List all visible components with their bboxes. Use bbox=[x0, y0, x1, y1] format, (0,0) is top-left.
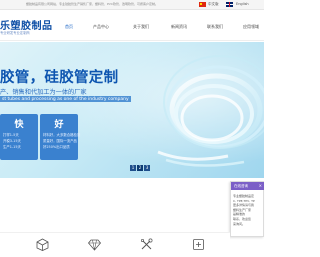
diamond-icon bbox=[88, 239, 101, 251]
card-line: 打样1-5天 bbox=[3, 133, 19, 137]
chat-message: 专业塑胶制品定 C, TPE,TPV, TP 更多详情请与我 塑料生产厂家 是精… bbox=[233, 194, 263, 226]
feature-icons-row bbox=[0, 232, 230, 257]
card-line: 生产1-15天 bbox=[3, 145, 21, 149]
tools-icon bbox=[140, 238, 153, 250]
nav-applications[interactable]: 应用领域 bbox=[243, 24, 259, 30]
chat-title: 在线咨询 bbox=[234, 184, 248, 188]
logo-subtitle: 专业研发专业定制商 bbox=[0, 31, 30, 35]
chat-line: 来询问。 bbox=[233, 221, 246, 226]
card-line: 好250%出口品质 bbox=[43, 145, 70, 149]
lang-english-link[interactable]: English bbox=[236, 2, 249, 6]
feature-card-good: 好 材料好，大多数合格检测 质量好，国际一流产品 好250%出口品质 bbox=[40, 114, 81, 160]
close-icon[interactable]: × bbox=[259, 183, 262, 188]
chat-header: 在线咨询 × bbox=[231, 182, 264, 190]
card-line: 质量好，国际一流产品 bbox=[43, 139, 77, 143]
box-icon bbox=[36, 238, 49, 251]
chat-widget[interactable]: 在线咨询 × 专业塑胶制品定 C, TPE,TPV, TP 更多详情请与我 塑料… bbox=[230, 181, 264, 237]
card-line: 材料好，大多数合格检测 bbox=[43, 133, 81, 137]
export-icon bbox=[193, 239, 204, 250]
nav-news[interactable]: 新闻资讯 bbox=[171, 24, 187, 30]
slide-dot-1[interactable]: 1 bbox=[130, 165, 136, 171]
china-flag-icon[interactable] bbox=[199, 2, 206, 7]
slide-dot-2[interactable]: 2 bbox=[137, 165, 143, 171]
card-title: 好 bbox=[54, 120, 64, 130]
site-header: 乐塑胶制品 专业研发专业定制商 首页 产品中心 关于我们 新闻资讯 联系我们 应… bbox=[0, 11, 264, 41]
feature-card-fast: 快 打样1-5天 开模3-15天 生产1-15天 bbox=[0, 114, 38, 160]
nav-products[interactable]: 产品中心 bbox=[93, 24, 109, 30]
slide-dot-3[interactable]: 3 bbox=[144, 165, 150, 171]
banner-headline: 胶管，硅胶管定制 bbox=[0, 70, 119, 86]
top-bar: 塑胶制品有限公司网站，专业硅胶管生产销售厂家，塑料管、PVC软管、透明软管，可按… bbox=[0, 0, 264, 10]
nav-contact[interactable]: 联系我们 bbox=[207, 24, 223, 30]
top-notice: 塑胶制品有限公司网站，专业硅胶管生产销售厂家，塑料管、PVC软管、透明软管，可按… bbox=[26, 2, 158, 6]
uk-flag-icon[interactable] bbox=[226, 2, 233, 7]
nav-about[interactable]: 关于我们 bbox=[133, 24, 149, 30]
card-line: 开模3-15天 bbox=[3, 139, 21, 143]
lang-chinese-link[interactable]: 中文版 bbox=[208, 2, 219, 7]
hero-banner[interactable]: 胶管，硅胶管定制 产、销售和代加工为一体的厂家 st tubes and pro… bbox=[0, 42, 264, 178]
banner-english-line: st tubes and processing as one of the in… bbox=[0, 96, 131, 102]
nav-home[interactable]: 首页 bbox=[65, 24, 73, 30]
card-title: 快 bbox=[14, 120, 24, 130]
banner-subline: 产、销售和代加工为一体的厂家 bbox=[0, 89, 87, 96]
tubes-image bbox=[157, 55, 264, 167]
